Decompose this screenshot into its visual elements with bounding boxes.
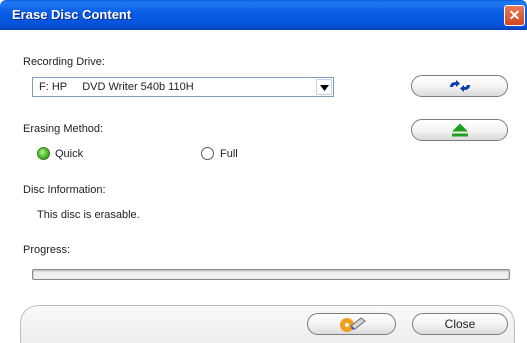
quick-radio[interactable] xyxy=(37,147,50,160)
chevron-down-icon xyxy=(320,85,329,91)
erase-button[interactable] xyxy=(307,313,396,335)
full-radio[interactable] xyxy=(201,147,214,160)
recording-drive-label: Recording Drive: xyxy=(23,56,105,68)
eject-button[interactable] xyxy=(411,119,508,141)
recording-drive-value: F: HP DVD Writer 540b 110H xyxy=(39,81,194,93)
title-bar: Erase Disc Content ✕ xyxy=(0,0,527,30)
full-radio-label[interactable]: Full xyxy=(220,148,238,160)
close-button-label: Close xyxy=(444,317,476,331)
eject-icon xyxy=(451,123,468,137)
dropdown-arrow[interactable] xyxy=(316,79,332,95)
progress-label: Progress: xyxy=(23,244,71,256)
close-button[interactable]: Close xyxy=(412,313,508,335)
erasing-method-label: Erasing Method: xyxy=(23,123,104,135)
quick-radio-label[interactable]: Quick xyxy=(55,148,83,160)
refresh-arrows-icon xyxy=(449,80,470,92)
refresh-button[interactable] xyxy=(411,75,508,97)
recording-drive-select[interactable]: F: HP DVD Writer 540b 110H xyxy=(32,77,334,97)
close-icon: ✕ xyxy=(508,7,521,23)
close-window-button[interactable]: ✕ xyxy=(504,5,525,26)
erase-disc-icon xyxy=(339,317,366,332)
window-title: Erase Disc Content xyxy=(12,7,132,22)
progress-bar xyxy=(32,269,510,280)
disc-information-label: Disc Information: xyxy=(23,184,106,196)
disc-information-text: This disc is erasable. xyxy=(37,209,140,221)
